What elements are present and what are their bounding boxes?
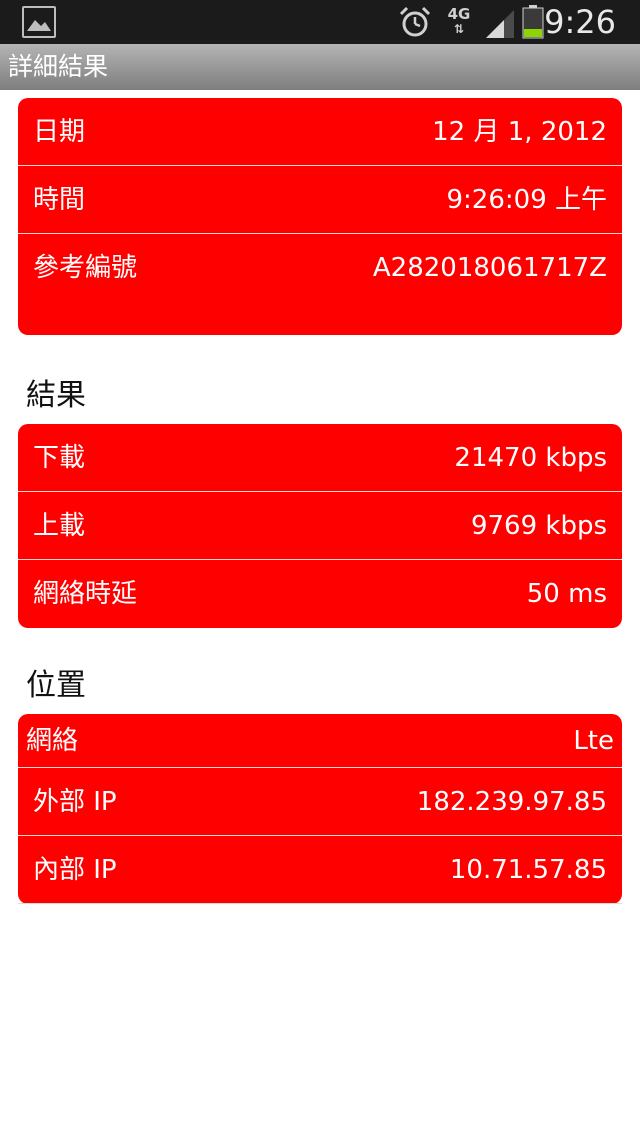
detail-row-date: 日期 12 月 1, 2012 [18,98,622,166]
result-row-download: 下載 21470 kbps [18,424,622,492]
location-card: 網絡 Lte 外部 IP 182.239.97.85 內部 IP 10.71.5… [18,714,622,904]
reference-label: 參考編號 [33,253,138,283]
details-card: 日期 12 月 1, 2012 時間 9:26:09 上午 參考編號 A2820… [18,98,622,335]
network-type-indicator: 4G ⇅ [446,6,472,36]
title-bar: 詳細結果 [0,44,640,90]
download-value: 21470 kbps [454,443,607,473]
result-row-upload: 上載 9769 kbps [18,492,622,560]
reference-value: A282018061717Z [372,253,607,283]
alarm-icon [399,6,431,37]
detail-row-reference: 參考編號 A282018061717Z [18,234,622,302]
page-title: 詳細結果 [8,52,109,81]
data-arrows-icon: ⇅ [453,22,465,36]
results-card: 下載 21470 kbps 上載 9769 kbps 網絡時延 50 ms [18,424,622,628]
date-value: 12 月 1, 2012 [432,117,607,147]
gallery-icon [22,6,56,38]
results-heading: 結果 [26,378,86,413]
status-bar: 4G ⇅ 9:26 [0,0,640,44]
internal-ip-label: 內部 IP [33,855,117,885]
result-row-latency: 網絡時延 50 ms [18,560,622,628]
external-ip-label: 外部 IP [33,787,117,817]
upload-value: 9769 kbps [470,511,607,541]
latency-label: 網絡時延 [33,579,138,609]
network-type-label: 4G [447,5,471,23]
battery-icon [522,5,544,39]
date-label: 日期 [33,117,86,147]
location-heading: 位置 [26,668,86,703]
time-label: 時間 [33,185,86,215]
status-time: 9:26 [544,3,616,41]
location-row-internal-ip: 內部 IP 10.71.57.85 [18,836,622,904]
internal-ip-value: 10.71.57.85 [449,855,607,885]
divider [18,903,622,904]
location-row-external-ip: 外部 IP 182.239.97.85 [18,768,622,836]
latency-value: 50 ms [526,579,607,609]
external-ip-value: 182.239.97.85 [416,787,607,817]
network-value: Lte [573,726,614,756]
signal-icon [486,10,514,38]
network-label: 網絡 [26,726,79,756]
time-value: 9:26:09 上午 [446,185,608,215]
download-label: 下載 [33,443,86,473]
detail-row-time: 時間 9:26:09 上午 [18,166,622,234]
location-row-network: 網絡 Lte [18,714,622,768]
upload-label: 上載 [33,511,86,541]
